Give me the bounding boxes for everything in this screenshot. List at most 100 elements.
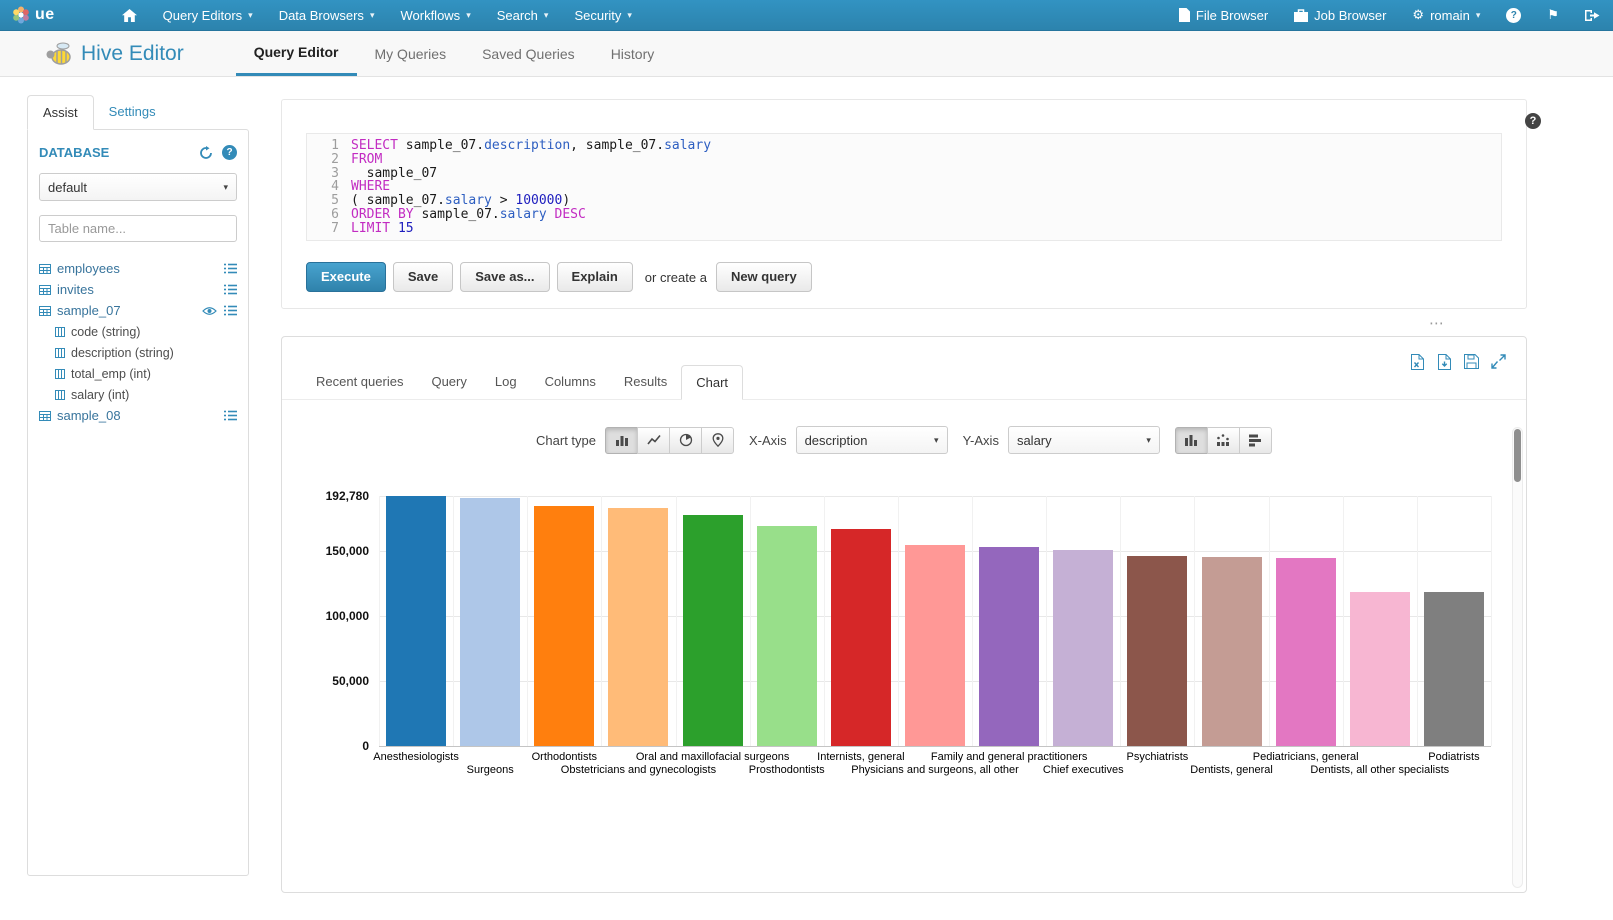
tab-recent-queries[interactable]: Recent queries [302, 365, 417, 399]
chart-bar[interactable] [683, 515, 743, 746]
x-gridline [1417, 496, 1418, 746]
username: romain [1430, 8, 1470, 23]
explain-button[interactable]: Explain [557, 262, 633, 292]
home-button[interactable] [109, 0, 150, 30]
x-gridline [676, 496, 677, 746]
grouped-bars-button[interactable] [1175, 427, 1208, 454]
results-toolbar [1410, 354, 1506, 370]
chart-type-bars-button[interactable] [605, 427, 638, 454]
table-menu-icon[interactable] [224, 305, 237, 316]
new-query-button[interactable]: New query [716, 262, 812, 292]
tab-log[interactable]: Log [481, 365, 531, 399]
chart-bar[interactable] [1350, 592, 1410, 746]
hive-editor-home[interactable]: Hive Editor [44, 31, 184, 76]
tab-chart[interactable]: Chart [681, 365, 743, 400]
table-row-sample-07[interactable]: sample_07 [39, 300, 237, 321]
results-tabs: Recent queries Query Log Columns Results… [282, 337, 1526, 400]
editor-help-button[interactable]: ? [1525, 113, 1541, 129]
x-gridline [1343, 496, 1344, 746]
database-select[interactable]: default ▾ [39, 173, 237, 201]
chart-bar[interactable] [608, 508, 668, 746]
menu-query-editors[interactable]: Query Editors ▾ [150, 0, 266, 30]
assist-sidebar: Assist Settings DATABASE ? default ▾ emp… [27, 95, 249, 876]
x-tick-label: Dentists, all other specialists [1310, 764, 1449, 776]
chart-bar[interactable] [534, 506, 594, 746]
logout-button[interactable] [1572, 0, 1613, 30]
menu-search[interactable]: Search ▾ [484, 0, 562, 30]
tab-saved-queries[interactable]: Saved Queries [464, 31, 593, 76]
save-results-button[interactable] [1464, 354, 1479, 370]
column-row[interactable]: code (string) [55, 321, 237, 342]
logout-icon [1585, 9, 1600, 22]
column-row[interactable]: salary (int) [55, 384, 237, 405]
chevron-down-icon: ▾ [544, 10, 549, 21]
chart-bar[interactable] [1127, 556, 1187, 746]
table-menu-icon[interactable] [224, 284, 237, 295]
select-caret-icon: ▾ [926, 435, 939, 446]
chart-plot-area [379, 496, 1491, 746]
chart-bar[interactable] [905, 545, 965, 746]
chart-bar[interactable] [831, 529, 891, 746]
download-csv-button[interactable] [1437, 354, 1452, 370]
horizontal-bars-button[interactable] [1239, 427, 1272, 454]
tab-query[interactable]: Query [417, 365, 480, 399]
fullscreen-button[interactable] [1491, 354, 1506, 370]
chart-bar[interactable] [386, 496, 446, 746]
x-tick-label: Surgeons [467, 764, 514, 776]
table-filter-input[interactable] [39, 215, 237, 242]
column-row[interactable]: total_emp (int) [55, 363, 237, 384]
chart-type-map-button[interactable] [701, 427, 734, 454]
database-help-icon[interactable]: ? [222, 145, 237, 160]
table-row-sample-08[interactable]: sample_08 [39, 405, 237, 426]
y-gridline [379, 746, 1491, 747]
x-gridline [1194, 496, 1195, 746]
chart-bar[interactable] [1202, 557, 1262, 746]
table-row-invites[interactable]: invites [39, 279, 237, 300]
chart-bar[interactable] [1424, 592, 1484, 746]
menu-data-browsers[interactable]: Data Browsers ▾ [266, 0, 388, 30]
tab-settings[interactable]: Settings [94, 95, 171, 130]
download-xls-button[interactable] [1410, 354, 1425, 370]
resize-handle[interactable]: ⋯ [1429, 314, 1445, 332]
tab-assist[interactable]: Assist [27, 95, 94, 130]
panel-resize-row: ⋯ [281, 309, 1527, 336]
user-menu-button[interactable]: ⚙ romain ▾ [1399, 0, 1493, 30]
tab-results[interactable]: Results [610, 365, 681, 399]
sql-code-editor[interactable]: 1SELECT sample_07.description, sample_07… [306, 133, 1502, 241]
tab-query-editor[interactable]: Query Editor [236, 31, 357, 76]
chart-bar[interactable] [460, 498, 520, 746]
column-row[interactable]: description (string) [55, 342, 237, 363]
file-browser-button[interactable]: File Browser [1166, 0, 1281, 30]
chart-bar[interactable] [979, 547, 1039, 746]
refresh-icon[interactable] [199, 146, 213, 160]
chart-type-pie-button[interactable] [669, 427, 702, 454]
help-button[interactable]: ? [1493, 0, 1534, 30]
tab-columns[interactable]: Columns [531, 365, 610, 399]
save-as-button[interactable]: Save as... [460, 262, 549, 292]
job-browser-button[interactable]: Job Browser [1281, 0, 1399, 30]
feedback-flag-button[interactable]: ⚑ [1534, 0, 1572, 30]
menu-workflows[interactable]: Workflows ▾ [387, 0, 483, 30]
chart-bar[interactable] [757, 526, 817, 746]
stacked-bars-button[interactable] [1207, 427, 1240, 454]
y-axis-select[interactable]: salary ▾ [1008, 426, 1160, 454]
tab-my-queries[interactable]: My Queries [357, 31, 465, 76]
save-button[interactable]: Save [393, 262, 453, 292]
table-row-employees[interactable]: employees [39, 258, 237, 279]
scrollbar-thumb[interactable] [1514, 429, 1521, 482]
table-menu-icon[interactable] [224, 263, 237, 274]
x-axis-select[interactable]: description ▾ [796, 426, 948, 454]
chart-bar[interactable] [1276, 558, 1336, 746]
eye-icon[interactable] [202, 306, 217, 316]
chart-bar[interactable] [1053, 550, 1113, 746]
x-tick-label: Podiatrists [1428, 751, 1479, 763]
top-navbar: ue Query Editors ▾ Data Browsers ▾ Workf… [0, 0, 1613, 31]
menu-security[interactable]: Security ▾ [561, 0, 645, 30]
chart-type-line-button[interactable] [637, 427, 670, 454]
table-menu-icon[interactable] [224, 410, 237, 421]
hue-logo[interactable]: ue [0, 0, 67, 30]
tab-history[interactable]: History [593, 31, 673, 76]
results-scrollbar[interactable] [1512, 427, 1523, 888]
x-gridline [972, 496, 973, 746]
execute-button[interactable]: Execute [306, 262, 386, 292]
